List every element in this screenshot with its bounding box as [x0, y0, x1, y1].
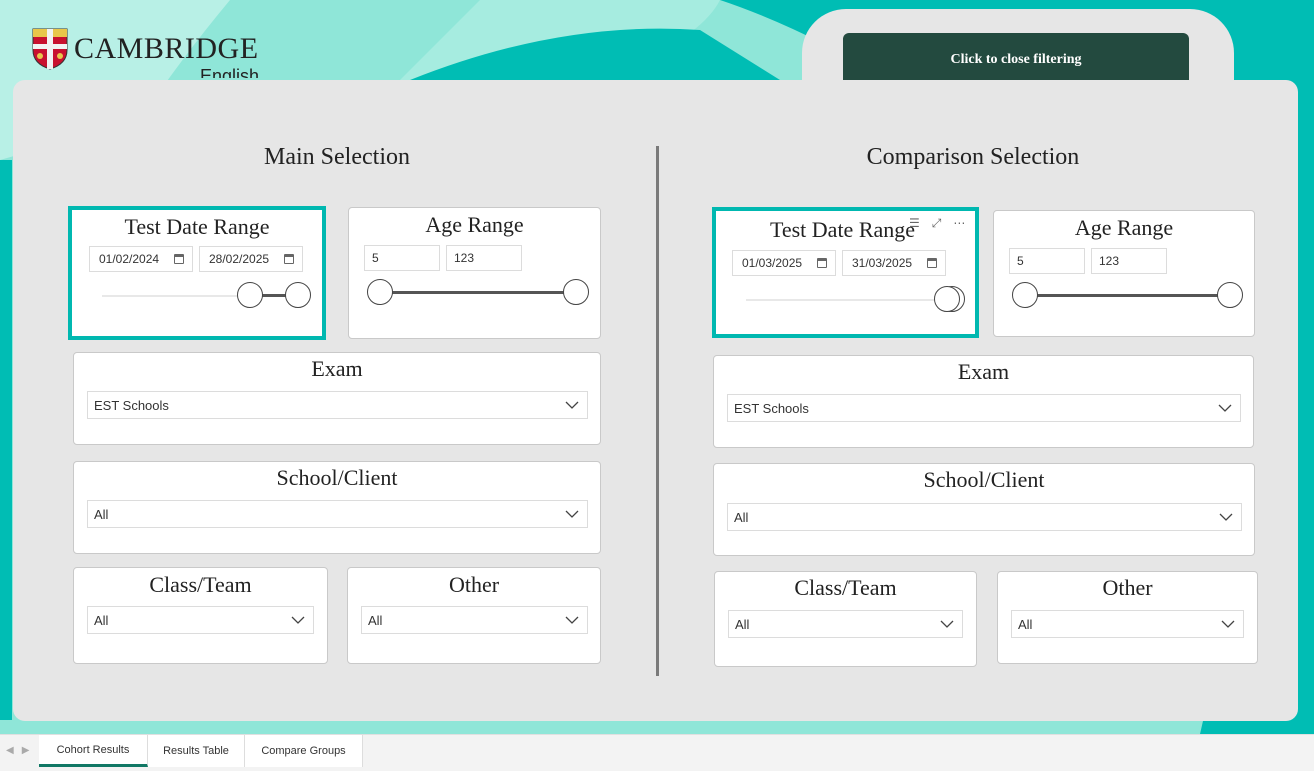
- comparison-date-slider-track[interactable]: [746, 299, 961, 301]
- chevron-down-icon[interactable]: [565, 398, 579, 412]
- main-date-range-card[interactable]: Test Date Range 01/02/2024 28/02/2025: [68, 206, 326, 340]
- comparison-other-value: All: [1018, 616, 1033, 632]
- tab-results-table[interactable]: Results Table: [148, 735, 245, 767]
- comparison-exam-title: Exam: [957, 359, 1010, 384]
- calendar-icon[interactable]: [817, 258, 827, 268]
- comparison-exam-value: EST Schools: [734, 400, 809, 416]
- main-exam-card: Exam EST Schools: [73, 352, 601, 445]
- main-age-slider-min-handle[interactable]: [367, 279, 393, 305]
- report-canvas: CAMBRIDGE English Click to close filteri…: [0, 0, 1314, 734]
- main-date-slider-end-handle[interactable]: [285, 282, 311, 308]
- comparison-class-team-title: Class/Team: [794, 575, 897, 600]
- comparison-other-dropdown[interactable]: All: [1011, 610, 1244, 638]
- chevron-down-icon[interactable]: [291, 613, 305, 627]
- main-date-slider-start-handle[interactable]: [237, 282, 263, 308]
- main-age-slider-max-handle[interactable]: [563, 279, 589, 305]
- main-other-dropdown[interactable]: All: [361, 606, 588, 634]
- comparison-class-team-dropdown[interactable]: All: [728, 610, 963, 638]
- comparison-age-slider-max-handle[interactable]: [1217, 282, 1243, 308]
- comparison-age-range-card[interactable]: Age Range 5 123: [993, 210, 1255, 337]
- main-date-range-title: Test Date Range: [124, 214, 270, 239]
- main-school-value: All: [94, 506, 109, 522]
- calendar-icon[interactable]: [284, 254, 294, 264]
- page-nav-arrows[interactable]: ◀▶: [6, 745, 37, 756]
- main-exam-dropdown[interactable]: EST Schools: [87, 391, 588, 419]
- chevron-down-icon[interactable]: [565, 507, 579, 521]
- main-date-from-input[interactable]: 01/02/2024: [89, 246, 193, 272]
- chevron-down-icon[interactable]: [1221, 617, 1235, 631]
- focus-mode-icon[interactable]: ⤢: [932, 216, 942, 231]
- calendar-icon[interactable]: [174, 254, 184, 264]
- comparison-exam-card: Exam EST Schools: [713, 355, 1254, 448]
- calendar-icon[interactable]: [927, 258, 937, 268]
- comparison-age-max-input[interactable]: 123: [1091, 248, 1167, 274]
- main-class-team-card: Class/Team All: [73, 567, 328, 664]
- more-options-icon[interactable]: ⋯: [953, 216, 965, 231]
- page-tab-bar: ◀▶ Cohort Results Results Table Compare …: [0, 734, 1314, 771]
- comparison-school-value: All: [734, 509, 749, 525]
- comparison-class-team-value: All: [735, 616, 750, 632]
- main-class-team-value: All: [94, 612, 109, 628]
- filter-icon[interactable]: ☰: [909, 216, 920, 231]
- main-school-card: School/Client All: [73, 461, 601, 554]
- main-exam-title: Exam: [311, 356, 363, 381]
- tab-compare-groups[interactable]: Compare Groups: [245, 735, 363, 767]
- main-date-from-value: 01/02/2024: [99, 252, 160, 266]
- comparison-age-range-title: Age Range: [1074, 215, 1174, 240]
- main-class-team-dropdown[interactable]: All: [87, 606, 314, 634]
- comparison-age-slider-min-handle[interactable]: [1012, 282, 1038, 308]
- main-class-team-title: Class/Team: [149, 572, 252, 597]
- chevron-down-icon[interactable]: [940, 617, 954, 631]
- main-age-max-input[interactable]: 123: [446, 245, 522, 271]
- comparison-other-title: Other: [1102, 575, 1153, 600]
- main-age-min-input[interactable]: 5: [364, 245, 440, 271]
- comparison-date-to-value: 31/03/2025: [852, 256, 913, 270]
- main-selection-title: Main Selection: [264, 144, 410, 170]
- comparison-date-to-input[interactable]: 31/03/2025: [842, 250, 946, 276]
- comparison-school-card: School/Client All: [713, 463, 1255, 556]
- comparison-exam-dropdown[interactable]: EST Schools: [727, 394, 1241, 422]
- comparison-age-min-input[interactable]: 5: [1009, 248, 1085, 274]
- comparison-class-team-card: Class/Team All: [714, 571, 977, 667]
- chevron-down-icon[interactable]: [565, 613, 579, 627]
- brand-name: CAMBRIDGE: [74, 32, 259, 65]
- comparison-date-range-card[interactable]: Test Date Range ☰ ⤢ ⋯ 01/03/2025 31/03/2…: [712, 207, 979, 338]
- main-date-to-value: 28/02/2025: [209, 252, 270, 266]
- cambridge-crest-icon: [32, 28, 68, 70]
- comparison-other-card: Other All: [997, 571, 1258, 664]
- main-age-slider-fill[interactable]: [379, 291, 577, 294]
- main-other-title: Other: [448, 572, 500, 597]
- chevron-down-icon[interactable]: [1219, 510, 1233, 524]
- comparison-school-dropdown[interactable]: All: [727, 503, 1242, 531]
- brand-subtitle: English: [200, 66, 260, 78]
- comparison-selection-title: Comparison Selection: [866, 144, 1080, 170]
- main-age-range-card[interactable]: Age Range 5 123: [348, 207, 601, 339]
- comparison-school-title: School/Client: [923, 467, 1045, 492]
- comparison-age-slider-fill[interactable]: [1024, 294, 1230, 297]
- main-exam-value: EST Schools: [94, 397, 169, 413]
- main-other-value: All: [368, 612, 383, 628]
- comparison-date-slider-end-handle[interactable]: [934, 286, 960, 312]
- comparison-date-from-input[interactable]: 01/03/2025: [732, 250, 836, 276]
- visual-header-icons: ☰ ⤢ ⋯: [909, 216, 965, 231]
- main-school-dropdown[interactable]: All: [87, 500, 588, 528]
- main-school-title: School/Client: [276, 465, 398, 490]
- section-divider: [656, 146, 659, 676]
- main-other-card: Other All: [347, 567, 601, 664]
- comparison-date-range-title: Test Date Range: [769, 217, 916, 242]
- comparison-date-from-value: 01/03/2025: [742, 256, 803, 270]
- tab-cohort-results[interactable]: Cohort Results: [39, 735, 148, 767]
- cambridge-logo: CAMBRIDGE English: [32, 26, 282, 78]
- close-filtering-button[interactable]: Click to close filtering: [843, 33, 1189, 87]
- chevron-down-icon[interactable]: [1218, 401, 1232, 415]
- main-age-range-title: Age Range: [425, 212, 524, 237]
- main-date-to-input[interactable]: 28/02/2025: [199, 246, 303, 272]
